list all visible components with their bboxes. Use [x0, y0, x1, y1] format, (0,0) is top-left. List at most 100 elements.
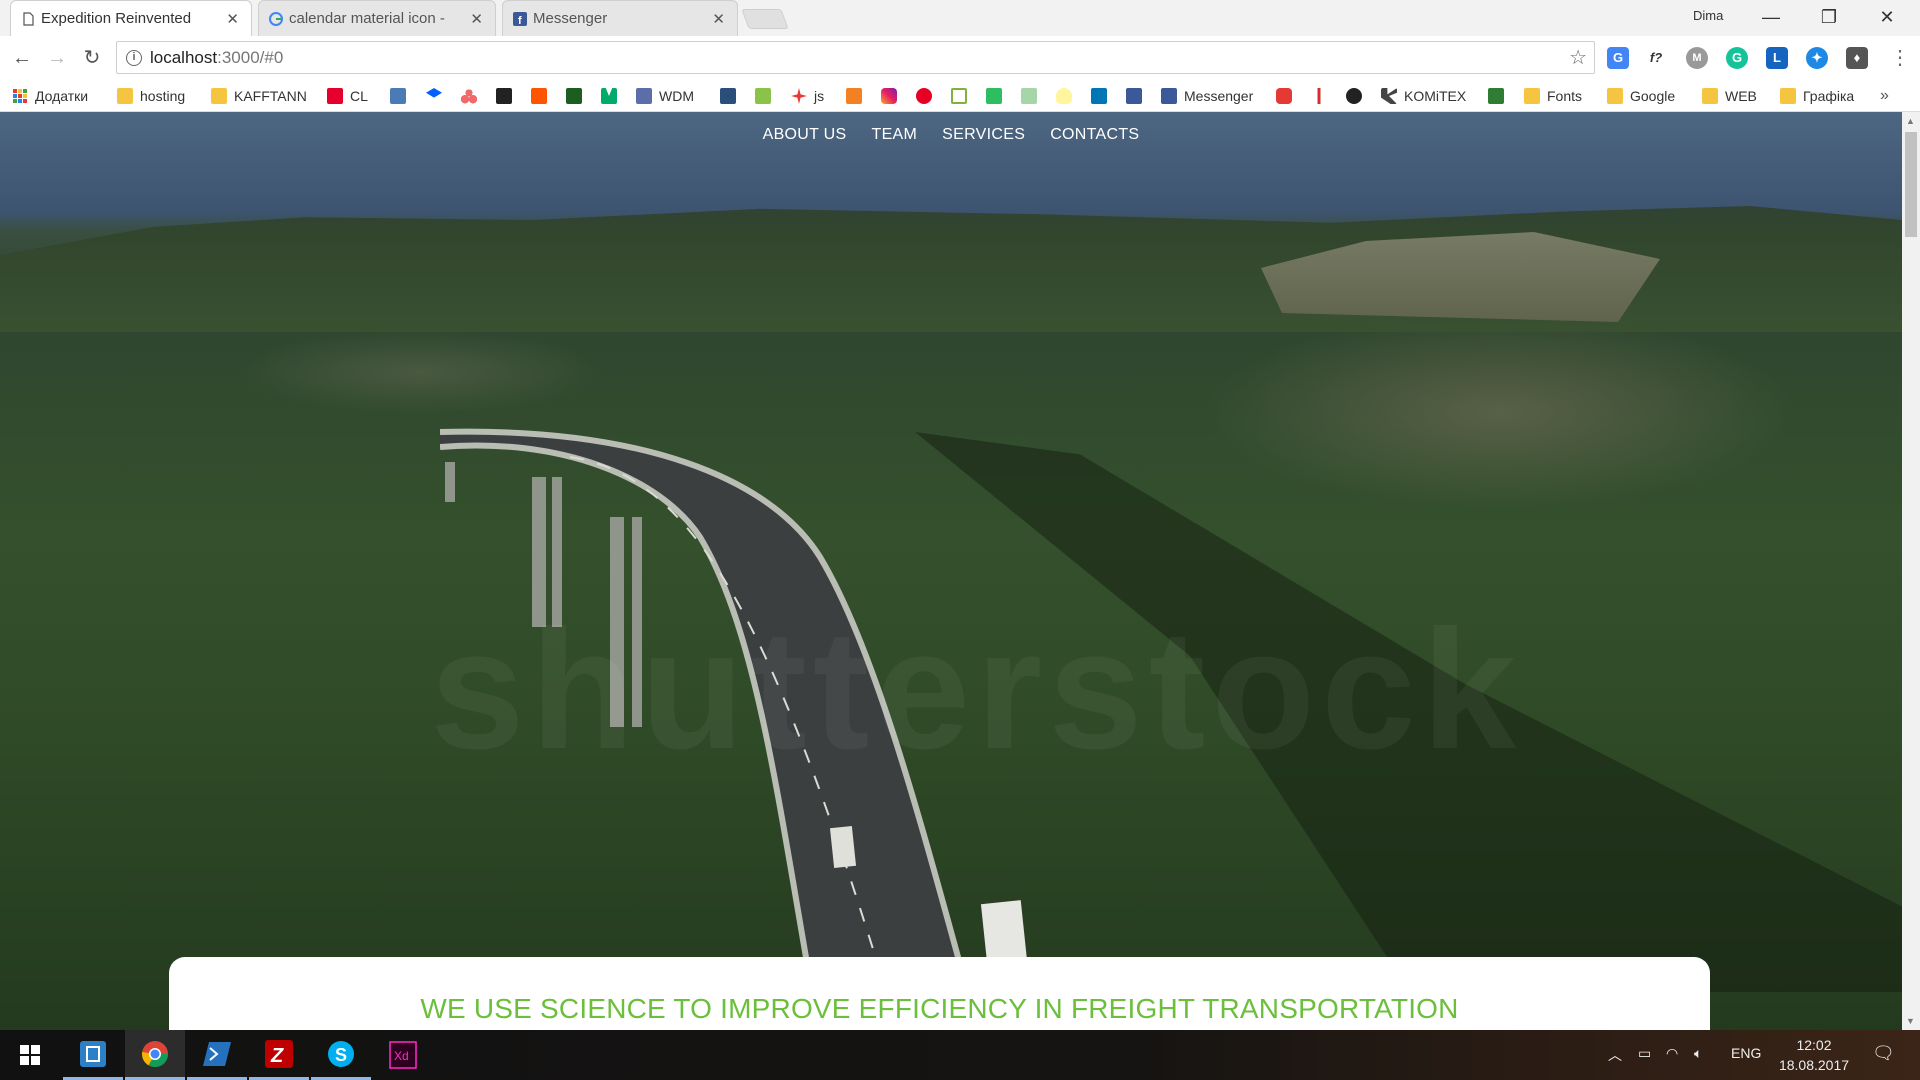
- browser-title-bar: Expedition Reinvented ✕ calendar materia…: [0, 0, 1920, 36]
- bookmark-apps[interactable]: Додатки: [12, 87, 88, 105]
- bookmark-instagram[interactable]: [881, 87, 904, 105]
- svg-text:Z: Z: [270, 1045, 284, 1067]
- notifications-icon[interactable]: 🗨︎: [1872, 1043, 1895, 1064]
- bookmark-linkedin[interactable]: [1091, 87, 1114, 105]
- bookmark-icon: [791, 88, 807, 104]
- close-icon[interactable]: ✕: [470, 10, 483, 28]
- windows-start-icon[interactable]: [0, 1030, 60, 1080]
- filezilla-icon[interactable]: Z: [249, 1030, 309, 1080]
- linkedin-icon: [1091, 88, 1107, 104]
- bookmark-ext-icon[interactable]: ✦: [1806, 47, 1828, 69]
- l-icon[interactable]: L: [1766, 47, 1788, 69]
- bookmark-facebook[interactable]: [1126, 87, 1149, 105]
- bookmark-olx[interactable]: [951, 87, 974, 105]
- skype-icon[interactable]: S: [311, 1030, 371, 1080]
- bookmark-js[interactable]: js: [791, 87, 824, 105]
- restore-icon[interactable]: ❐: [1806, 4, 1852, 30]
- reload-icon[interactable]: ↻: [79, 45, 105, 71]
- scroll-up-icon[interactable]: ▲: [1906, 116, 1915, 126]
- forward-arrow-icon[interactable]: →: [44, 45, 70, 71]
- nav-contacts[interactable]: CONTACTS: [1050, 126, 1139, 162]
- translate-icon[interactable]: G: [1607, 47, 1629, 69]
- formula-icon[interactable]: f?: [1645, 47, 1667, 69]
- tab-title: Messenger: [533, 10, 608, 27]
- bookmark-cl[interactable]: CL: [327, 87, 368, 105]
- system-clock[interactable]: 12:02 18.08.2017: [1774, 1035, 1854, 1075]
- bookmark-item[interactable]: [720, 87, 743, 105]
- profile-name[interactable]: Dima: [1693, 8, 1723, 23]
- folder-icon: [1607, 88, 1623, 104]
- bookmark-icon: [1381, 88, 1397, 104]
- volume-icon[interactable]: 🔈︎: [1694, 1045, 1702, 1062]
- nav-about-us[interactable]: ABOUT US: [763, 126, 847, 162]
- more-bookmarks-icon[interactable]: »: [1880, 87, 1889, 105]
- bookmark-soundcloud[interactable]: [531, 87, 554, 105]
- folder-icon: [211, 88, 227, 104]
- close-icon[interactable]: ✕: [712, 10, 725, 28]
- headline-card: WE USE SCIENCE TO IMPROVE EFFICIENCY IN …: [169, 957, 1710, 1030]
- bookmark-asana[interactable]: [461, 87, 484, 105]
- bookmark-icon: [1021, 88, 1037, 104]
- address-bar[interactable]: i localhost:3000/#0 ☆: [116, 41, 1595, 74]
- nav-team[interactable]: TEAM: [872, 126, 918, 162]
- scroll-down-icon[interactable]: ▼: [1906, 1016, 1915, 1026]
- bookmark-grafika[interactable]: Графіка: [1780, 87, 1854, 105]
- bookmark-messenger[interactable]: Messenger: [1161, 87, 1253, 105]
- bookmark-item[interactable]: [390, 87, 413, 105]
- close-icon[interactable]: ✕: [226, 10, 239, 28]
- minimize-icon[interactable]: —: [1748, 4, 1794, 30]
- wifi-icon[interactable]: ◠: [1666, 1045, 1678, 1062]
- tab-title: calendar material icon -: [289, 10, 445, 27]
- bookmark-item[interactable]: [496, 87, 519, 105]
- bookmark-github[interactable]: [1346, 87, 1369, 105]
- bulb-icon: [1056, 88, 1072, 104]
- grammarly-icon[interactable]: G: [1726, 47, 1748, 69]
- bookmark-komitex[interactable]: KOMiTEX: [1381, 87, 1466, 105]
- task-view-icon[interactable]: [63, 1030, 123, 1080]
- bookmark-youtube[interactable]: [1276, 87, 1299, 105]
- close-window-icon[interactable]: ✕: [1864, 4, 1910, 30]
- m-icon[interactable]: M: [1686, 47, 1708, 69]
- nav-services[interactable]: SERVICES: [942, 126, 1025, 162]
- clock-date: 18.08.2017: [1778, 1057, 1850, 1073]
- page-scrollbar[interactable]: ▲ ▼: [1902, 112, 1920, 1030]
- bookmark-star-icon[interactable]: ☆: [1569, 45, 1587, 70]
- bookmark-thermometer[interactable]: [1311, 87, 1334, 105]
- powershell-icon[interactable]: [187, 1030, 247, 1080]
- bookmark-wdm[interactable]: WDM: [636, 87, 694, 105]
- bookmark-item[interactable]: [1488, 87, 1511, 105]
- chrome-icon[interactable]: [125, 1030, 185, 1080]
- dropbox-icon: [426, 88, 442, 98]
- bookmarks-bar: Додатки hosting KAFFTANN CL WDM js Messe…: [0, 80, 1920, 112]
- language-indicator[interactable]: ENG: [1731, 1045, 1761, 1061]
- keep-icon[interactable]: ♦: [1846, 47, 1868, 69]
- bookmark-item[interactable]: [1021, 87, 1044, 105]
- bookmark-pinterest[interactable]: [916, 87, 939, 105]
- tab-messenger[interactable]: f Messenger ✕: [502, 0, 738, 36]
- scroll-thumb[interactable]: [1905, 132, 1917, 237]
- bookmark-stackoverflow[interactable]: [846, 87, 869, 105]
- bookmark-kafftann[interactable]: KAFFTANN: [211, 87, 307, 105]
- url-text[interactable]: localhost:3000/#0: [150, 48, 283, 68]
- bookmark-item[interactable]: [566, 87, 589, 105]
- bookmark-evernote[interactable]: [986, 87, 1009, 105]
- bookmark-icon: [1488, 88, 1504, 104]
- info-icon[interactable]: i: [126, 50, 142, 66]
- bookmark-bulb[interactable]: [1056, 87, 1079, 105]
- tab-expedition-reinvented[interactable]: Expedition Reinvented ✕: [10, 0, 252, 36]
- adobe-xd-icon[interactable]: Xd: [373, 1030, 433, 1080]
- bookmark-dropbox[interactable]: [426, 87, 449, 105]
- battery-icon[interactable]: ▭: [1638, 1045, 1651, 1062]
- chevron-up-icon[interactable]: ︿: [1608, 1045, 1622, 1065]
- bookmark-google[interactable]: Google: [1607, 87, 1675, 105]
- bookmark-medium[interactable]: [601, 87, 624, 105]
- tab-calendar-material-icon[interactable]: calendar material icon - ✕: [258, 0, 496, 36]
- bookmark-hosting[interactable]: hosting: [117, 87, 185, 105]
- new-tab-button[interactable]: [741, 9, 789, 29]
- bookmark-item[interactable]: [755, 87, 778, 105]
- page-viewport: shutterstock ABOUT US TEAM SERVICES CONT…: [0, 112, 1902, 1030]
- menu-icon[interactable]: ⋮: [1890, 45, 1910, 70]
- bookmark-fonts[interactable]: Fonts: [1524, 87, 1582, 105]
- back-arrow-icon[interactable]: ←: [9, 45, 35, 71]
- bookmark-web[interactable]: WEB: [1702, 87, 1757, 105]
